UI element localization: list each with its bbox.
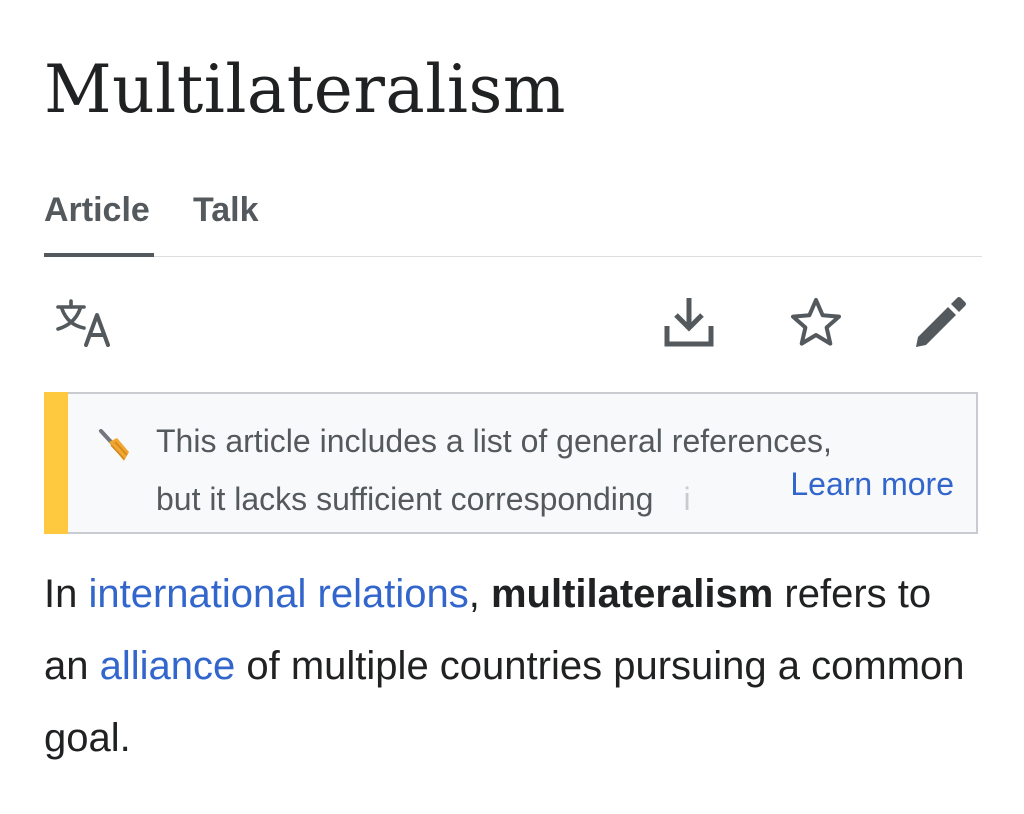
page-title: Multilateralism — [44, 51, 566, 128]
article-lead-paragraph: In international relations, multilateral… — [44, 558, 978, 774]
notice-accent-bar — [44, 392, 68, 534]
bold-term: multilateralism — [490, 572, 774, 616]
link-alliance[interactable]: alliance — [100, 644, 236, 688]
tab-article[interactable]: Article — [44, 190, 150, 230]
references-notice: This article includes a list of general … — [44, 392, 978, 534]
tab-talk[interactable]: Talk — [193, 190, 259, 230]
broom-icon — [98, 428, 132, 469]
page-tabs: Article Talk — [44, 190, 982, 257]
active-tab-indicator — [44, 253, 154, 257]
pencil-icon[interactable] — [914, 297, 968, 349]
lead-text-comma: , — [468, 572, 491, 616]
notice-line-2-text: but it lacks sufficient corresponding — [156, 481, 654, 517]
link-international-relations[interactable]: international relations — [88, 572, 468, 616]
download-icon[interactable] — [664, 296, 714, 348]
star-icon[interactable] — [789, 296, 843, 348]
notice-line-1: This article includes a list of general … — [156, 423, 832, 459]
learn-more-link[interactable]: Learn more — [770, 464, 954, 504]
lead-text-start: In — [44, 572, 89, 616]
translate-icon[interactable] — [56, 298, 114, 348]
notice-fade-text: i — [653, 481, 691, 517]
